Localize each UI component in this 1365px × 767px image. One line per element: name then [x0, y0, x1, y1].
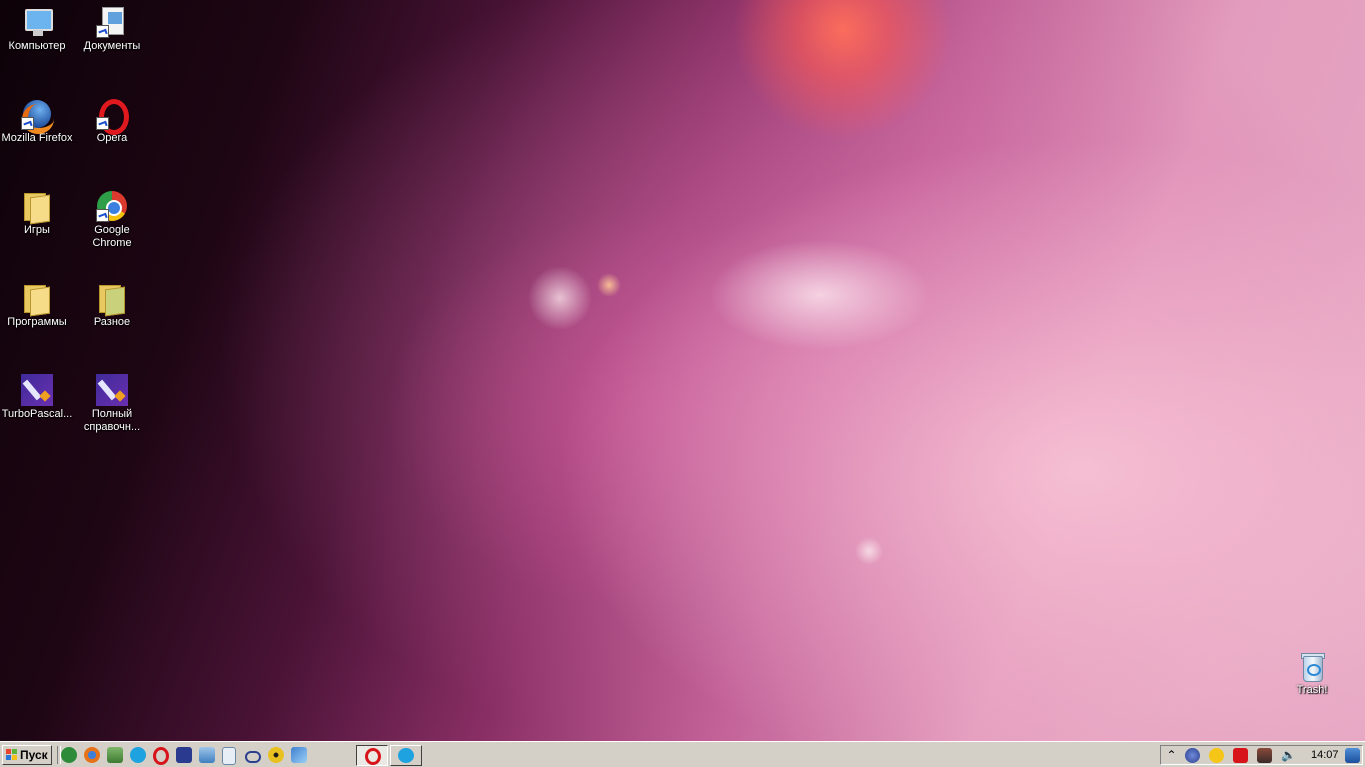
firefox-icon[interactable]	[84, 747, 100, 763]
calculator-icon[interactable]	[222, 747, 236, 765]
utorrent-icon[interactable]	[61, 747, 77, 763]
network-icon[interactable]	[199, 747, 215, 763]
desktop-icon-label: Google Chrome	[92, 224, 132, 249]
show-desktop-icon[interactable]	[1345, 748, 1360, 763]
documents-icon	[96, 6, 128, 38]
start-button[interactable]: Пуск	[2, 745, 52, 765]
antivirus-icon[interactable]	[1233, 748, 1248, 763]
desktop-icon-label: Компьютер	[8, 40, 66, 52]
desktop-icon-trash[interactable]: Trash!	[1275, 650, 1349, 697]
start-label: Пуск	[20, 748, 48, 762]
taskbar: Пуск ⌃ 🔈 14:07	[0, 741, 1365, 767]
notes-icon[interactable]	[1209, 748, 1224, 763]
installer-icon[interactable]	[107, 747, 123, 763]
show-hidden-icon[interactable]: ⌃	[1164, 748, 1179, 763]
tool-icon[interactable]	[291, 747, 307, 763]
computer-icon	[21, 6, 53, 38]
pascal-icon	[96, 374, 128, 406]
desktop-icon-chrome[interactable]: Google Chrome	[75, 190, 149, 250]
volume-icon[interactable]: 🔈	[1281, 748, 1296, 763]
desktop-icon-opera[interactable]: Opera	[75, 98, 149, 145]
desktop-icon-programs[interactable]: Программы	[0, 282, 74, 329]
desktop-icon-label: Документы	[83, 40, 141, 52]
desktop-icon-label: Полный справочн...	[83, 408, 141, 433]
opera-icon	[96, 98, 129, 135]
radiation-icon[interactable]	[268, 747, 284, 763]
device-icon[interactable]	[1257, 748, 1272, 763]
firefox-icon	[21, 98, 54, 134]
skype-icon[interactable]	[130, 747, 146, 763]
opera-icon	[365, 748, 381, 765]
desktop-icon-games[interactable]: Игры	[0, 190, 74, 237]
skype-icon	[398, 748, 414, 763]
desktop-icon-misc[interactable]: Разное	[75, 282, 149, 329]
save-icon[interactable]	[176, 747, 192, 763]
desktop-icon-computer[interactable]: Компьютер	[0, 6, 74, 53]
folder-icon	[21, 282, 53, 317]
power-icon[interactable]	[1185, 748, 1200, 763]
task-button-opera[interactable]	[356, 745, 388, 766]
system-tray: ⌃ 🔈 14:07	[1160, 745, 1363, 765]
desktop-icon-firefox[interactable]: Mozilla Firefox	[0, 98, 74, 145]
desktop: Компьютер Документы Mozilla Firefox Oper…	[0, 0, 1365, 741]
desktop-icon-turbopascal[interactable]: TurboPascal...	[0, 374, 74, 421]
task-button-skype[interactable]	[390, 745, 422, 766]
desktop-icon-label: Программы	[7, 316, 67, 328]
desktop-icon-label: Разное	[93, 316, 131, 328]
desktop-icon-label: Игры	[24, 224, 50, 236]
link-icon[interactable]	[245, 751, 261, 763]
desktop-icon-documents[interactable]: Документы	[75, 6, 149, 53]
chrome-icon	[96, 190, 128, 222]
opera-icon[interactable]	[153, 747, 169, 765]
trash-icon	[1296, 650, 1328, 682]
desktop-icon-label: TurboPascal...	[1, 408, 73, 420]
windows-logo-icon	[6, 749, 18, 761]
clock[interactable]: 14:07	[1311, 749, 1339, 761]
desktop-icon-reference[interactable]: Полный справочн...	[75, 374, 149, 434]
folder-icon	[96, 282, 128, 317]
pascal-icon	[21, 374, 53, 406]
folder-icon	[21, 190, 53, 225]
desktop-icon-label: Trash!	[1296, 684, 1328, 696]
